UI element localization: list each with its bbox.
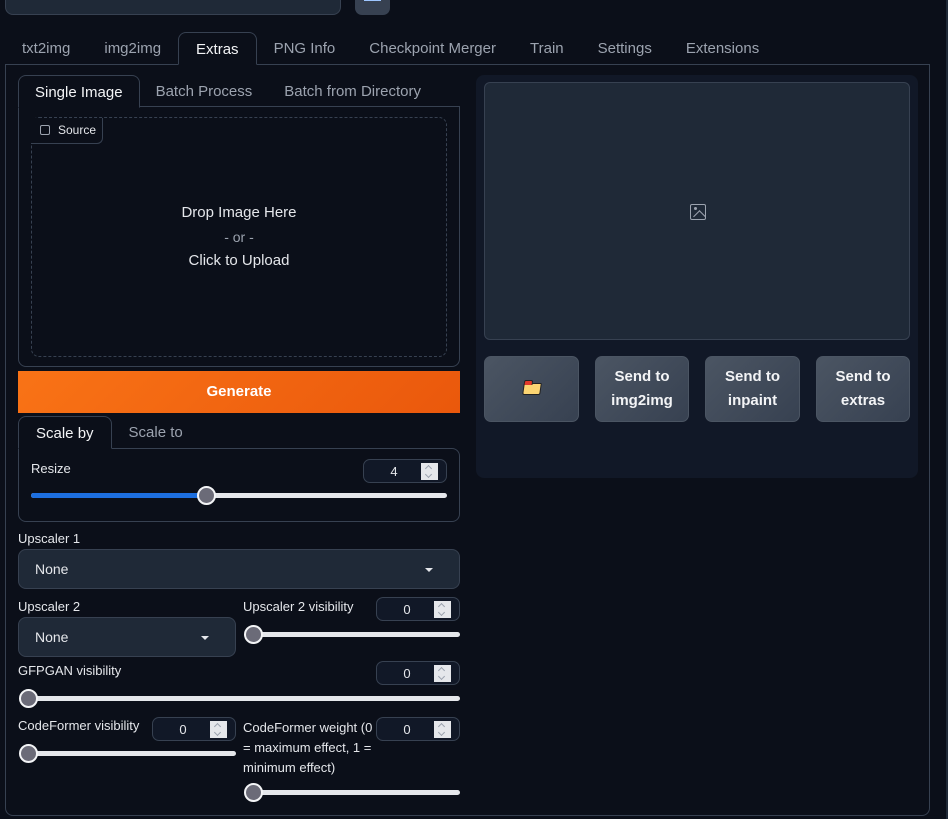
spinner-icon[interactable] <box>210 721 227 738</box>
upscaler2-visibility-value: 0 <box>403 602 411 617</box>
tab-png-info[interactable]: PNG Info <box>257 32 353 65</box>
send-to-inpaint-button[interactable]: Send to inpaint <box>705 356 800 422</box>
slider-track <box>253 790 460 795</box>
spinner-icon[interactable] <box>434 721 451 738</box>
gfpgan-visibility-input[interactable]: 0 <box>376 661 460 685</box>
top-input[interactable] <box>5 0 341 15</box>
main-tabs: txt2img img2img Extras PNG Info Checkpoi… <box>5 32 776 65</box>
tab-single-image[interactable]: Single Image <box>18 75 140 108</box>
codeformer-visibility-input[interactable]: 0 <box>152 717 236 741</box>
or-text: - or - <box>224 229 254 245</box>
tab-img2img[interactable]: img2img <box>87 32 178 65</box>
output-image <box>484 82 910 340</box>
send-to-img2img-button[interactable]: Send to img2img <box>595 356 689 422</box>
upscaler2-visibility-label: Upscaler 2 visibility <box>243 599 354 614</box>
tab-scale-by[interactable]: Scale by <box>18 416 112 449</box>
generate-button[interactable]: Generate <box>18 371 460 413</box>
upscaler2-value: None <box>35 629 69 645</box>
upscaler1-label: Upscaler 1 <box>18 531 81 546</box>
slider-fill <box>31 493 206 498</box>
slider-track <box>28 751 236 756</box>
click-to-upload-text: Click to Upload <box>188 252 290 269</box>
image-icon <box>40 125 50 135</box>
tab-scale-to[interactable]: Scale to <box>112 416 200 449</box>
spinner-icon[interactable] <box>434 601 451 618</box>
resize-slider[interactable] <box>31 486 447 506</box>
tab-settings[interactable]: Settings <box>581 32 669 65</box>
upscaler2-visibility-input[interactable]: 0 <box>376 597 460 621</box>
send-to-extras-label: Send to extras <box>835 368 891 409</box>
tab-extensions[interactable]: Extensions <box>669 32 776 65</box>
scale-tabs: Scale by Scale to <box>18 416 200 449</box>
tab-extras[interactable]: Extras <box>178 32 257 65</box>
tab-batch-from-directory[interactable]: Batch from Directory <box>268 75 437 108</box>
slider-thumb[interactable] <box>196 486 216 505</box>
spinner-icon[interactable] <box>434 665 451 682</box>
slider-thumb[interactable] <box>19 744 38 763</box>
source-label-text: Source <box>58 123 97 137</box>
tab-train[interactable]: Train <box>513 32 581 65</box>
resize-label: Resize <box>31 461 71 476</box>
codeformer-visibility-label: CodeFormer visibility <box>18 718 140 733</box>
codeformer-weight-input[interactable]: 0 <box>376 717 460 741</box>
upscaler1-dropdown[interactable]: None <box>18 549 460 589</box>
spinner-icon[interactable] <box>421 463 438 480</box>
extras-sub-tabs: Single Image Batch Process Batch from Di… <box>18 75 437 108</box>
slider-track <box>253 632 460 637</box>
resize-value: 4 <box>390 464 398 479</box>
open-folder-button[interactable] <box>484 356 579 422</box>
tab-checkpoint-merger[interactable]: Checkpoint Merger <box>352 32 513 65</box>
send-to-extras-button[interactable]: Send to extras <box>816 356 910 422</box>
codeformer-weight-value: 0 <box>403 722 411 737</box>
send-to-img2img-label: Send to img2img <box>611 368 673 409</box>
tab-txt2img[interactable]: txt2img <box>5 32 87 65</box>
source-label: Source <box>31 118 103 144</box>
gfpgan-visibility-label: GFPGAN visibility <box>18 663 122 678</box>
upscaler2-visibility-slider[interactable] <box>244 625 460 645</box>
drop-image-text: Drop Image Here <box>181 204 297 221</box>
slider-thumb[interactable] <box>244 625 263 644</box>
slider-track <box>28 696 460 701</box>
codeformer-weight-slider[interactable] <box>244 783 460 803</box>
upscaler1-value: None <box>35 561 69 577</box>
slider-thumb[interactable] <box>19 689 38 708</box>
upscaler2-dropdown[interactable]: None <box>18 617 236 657</box>
refresh-icon <box>364 0 381 1</box>
resize-number-input[interactable]: 4 <box>363 459 447 483</box>
codeformer-weight-label: CodeFormer weight (0 = maximum effect, 1… <box>243 720 373 775</box>
gfpgan-visibility-value: 0 <box>403 666 411 681</box>
chevron-down-icon <box>201 636 209 640</box>
folder-icon <box>521 383 542 395</box>
codeformer-visibility-slider[interactable] <box>19 744 236 764</box>
codeformer-visibility-value: 0 <box>179 722 187 737</box>
chevron-down-icon <box>425 568 433 572</box>
gfpgan-visibility-slider[interactable] <box>19 689 460 709</box>
tab-batch-process[interactable]: Batch Process <box>140 75 269 108</box>
top-icon-button[interactable] <box>355 0 390 15</box>
send-to-inpaint-label: Send to inpaint <box>725 368 780 409</box>
upscaler2-label: Upscaler 2 <box>18 599 81 614</box>
image-icon <box>690 204 706 220</box>
slider-thumb[interactable] <box>244 783 263 802</box>
